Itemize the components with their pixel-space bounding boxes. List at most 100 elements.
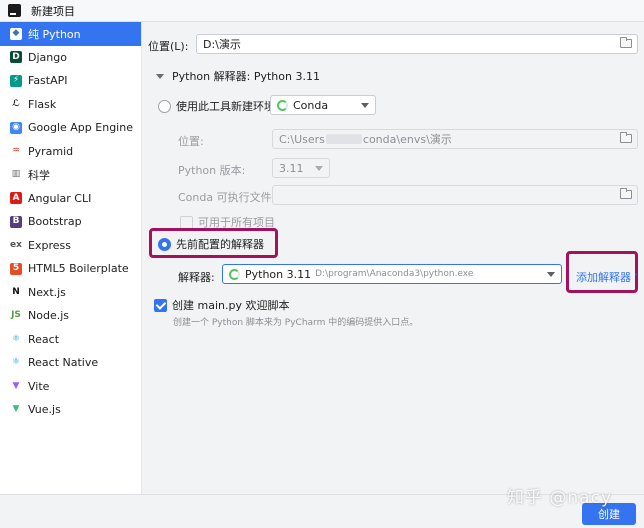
sidebar-item[interactable]: A Angular CLI <box>0 187 141 211</box>
add-interpreter-label: 添加解释器 <box>576 271 631 284</box>
sidebar-item[interactable]: N Next.js <box>0 281 141 305</box>
express-icon: ex <box>10 239 22 252</box>
sidebar-item-label: HTML5 Boilerplate <box>28 262 129 276</box>
sidebar-item[interactable]: ⚛ React Native <box>0 351 141 375</box>
fastapi-icon: ⚡ <box>10 74 22 87</box>
vite-icon: ▼ <box>10 380 22 393</box>
chevron-down-icon <box>361 103 369 108</box>
sidebar-item-label: FastAPI <box>28 74 68 88</box>
google-app-engine-icon: ◉ <box>10 121 22 134</box>
sidebar-item[interactable]: B Bootstrap <box>0 210 141 234</box>
sidebar-item-label: 科学 <box>28 168 50 182</box>
sidebar-item-label: Node.js <box>28 309 69 323</box>
expand-triangle-icon[interactable] <box>156 73 164 79</box>
welcome-script-label: 创建 main.py 欢迎脚本 <box>172 299 290 312</box>
window-title: 新建项目 <box>31 4 75 18</box>
env-location-label: 位置: <box>178 135 204 148</box>
location-input[interactable]: D:\演示 <box>196 34 638 54</box>
env-tool-value: Conda <box>293 98 329 112</box>
sidebar-item[interactable]: ℒ Flask <box>0 93 141 117</box>
react-native-icon: ⚛ <box>10 356 22 369</box>
sidebar-item[interactable]: ▼ Vite <box>0 375 141 399</box>
folder-icon[interactable] <box>620 132 632 143</box>
new-env-radio-button[interactable] <box>158 99 171 113</box>
env-location-suffix: conda\envs\演示 <box>362 133 452 146</box>
redacted-username <box>325 134 362 144</box>
env-tool-select[interactable]: Conda <box>270 95 376 115</box>
welcome-script-checkbox[interactable] <box>154 298 167 312</box>
html5-icon: 5 <box>10 262 22 275</box>
existing-radio-label: 先前配置的解释器 <box>176 238 264 251</box>
new-env-radio[interactable]: 使用此工具新建环境 <box>158 98 275 114</box>
chevron-down-icon <box>315 166 323 171</box>
vue-icon: ▼ <box>10 403 22 416</box>
sidebar-item-label: Flask <box>28 97 57 111</box>
location-value: D:\演示 <box>203 38 241 51</box>
sidebar-item-label: Google App Engine <box>28 121 133 135</box>
welcome-script-checkbox-row[interactable]: 创建 main.py 欢迎脚本 <box>154 297 289 313</box>
sidebar-item[interactable]: ⚡ FastAPI <box>0 69 141 93</box>
sidebar-item-label: 纯 Python <box>28 27 81 41</box>
python-version-value: 3.11 <box>279 161 304 175</box>
conda-icon <box>277 99 288 111</box>
sidebar-item[interactable]: JS Node.js <box>0 304 141 328</box>
sidebar-item[interactable]: 5 HTML5 Boilerplate <box>0 257 141 281</box>
sidebar-item[interactable]: ▥ 科学 <box>0 163 141 187</box>
title-bar: 新建项目 <box>0 0 644 22</box>
flask-icon: ℒ <box>10 98 22 111</box>
django-icon: D <box>10 51 22 64</box>
sidebar-item-label: Vite <box>28 379 50 393</box>
project-type-list: ◆ 纯 Python D Django ⚡ FastAPI ℒ Flask ◉ Google Ap… <box>0 22 142 494</box>
chevron-down-icon: ˅ <box>634 272 638 282</box>
existing-radio-button[interactable] <box>158 237 171 251</box>
all-projects-checkbox[interactable] <box>180 215 193 229</box>
python-version-label: Python 版本: <box>178 164 246 177</box>
angular-icon: A <box>10 192 22 205</box>
bootstrap-icon: B <box>10 215 22 228</box>
interpreter-section-header[interactable]: Python 解释器: Python 3.11 <box>156 68 320 84</box>
location-label: 位置(L): <box>148 40 189 53</box>
sidebar-item[interactable]: ex Express <box>0 234 141 258</box>
sidebar-item-label: Express <box>28 238 71 252</box>
python-version-select[interactable]: 3.11 <box>272 158 330 178</box>
interpreter-select[interactable]: Python 3.11 D:\program\Anaconda3\python.… <box>222 264 562 284</box>
react-icon: ⚛ <box>10 333 22 346</box>
pyramid-icon: ♒ <box>10 145 22 158</box>
nodejs-icon: JS <box>10 309 22 322</box>
folder-icon[interactable] <box>620 188 632 199</box>
sidebar-item[interactable]: D Django <box>0 46 141 70</box>
watermark: 知乎 @nacy <box>507 488 613 508</box>
pycharm-icon <box>8 4 21 17</box>
nextjs-icon: N <box>10 286 22 299</box>
interpreter-name: Python 3.11 <box>245 267 312 281</box>
env-location-prefix: C:\Users <box>279 132 325 146</box>
python-env-icon <box>229 268 240 280</box>
conda-exe-label: Conda 可执行文件: <box>178 191 276 204</box>
sidebar-item[interactable]: ◉ Google App Engine <box>0 116 141 140</box>
interpreter-label: 解释器: <box>178 271 215 284</box>
sidebar-item-label: Next.js <box>28 285 66 299</box>
chevron-down-icon <box>547 272 555 277</box>
sidebar-item-label: React <box>28 332 60 346</box>
interpreter-path: D:\program\Anaconda3\python.exe <box>315 269 474 279</box>
add-interpreter-link[interactable]: 添加解释器 ˅ <box>576 269 638 285</box>
scientific-icon: ▥ <box>10 168 22 181</box>
sidebar-item-label: Bootstrap <box>28 215 82 229</box>
new-env-label: 使用此工具新建环境 <box>176 100 275 113</box>
sidebar-item-label: Angular CLI <box>28 191 92 205</box>
sidebar-item[interactable]: ◆ 纯 Python <box>0 22 141 46</box>
interpreter-section-title: Python 解释器: Python 3.11 <box>172 70 320 83</box>
sidebar-item-label: Pyramid <box>28 144 74 158</box>
sidebar-item-label: Vue.js <box>28 403 61 417</box>
sidebar-item[interactable]: ▼ Vue.js <box>0 398 141 422</box>
python-icon: ◆ <box>10 27 22 40</box>
folder-icon[interactable] <box>620 37 632 48</box>
env-location-input[interactable]: C:\Users conda\envs\演示 <box>272 129 638 149</box>
sidebar-item[interactable]: ♒ Pyramid <box>0 140 141 164</box>
conda-exe-input[interactable] <box>272 185 638 205</box>
sidebar-item-label: Django <box>28 50 67 64</box>
sidebar-item[interactable]: ⚛ React <box>0 328 141 352</box>
existing-interpreter-radio[interactable]: 先前配置的解释器 <box>158 236 264 252</box>
sidebar-item-label: React Native <box>28 356 99 370</box>
welcome-script-description: 创建一个 Python 脚本来为 PyCharm 中的编码提供入口点。 <box>173 318 419 328</box>
